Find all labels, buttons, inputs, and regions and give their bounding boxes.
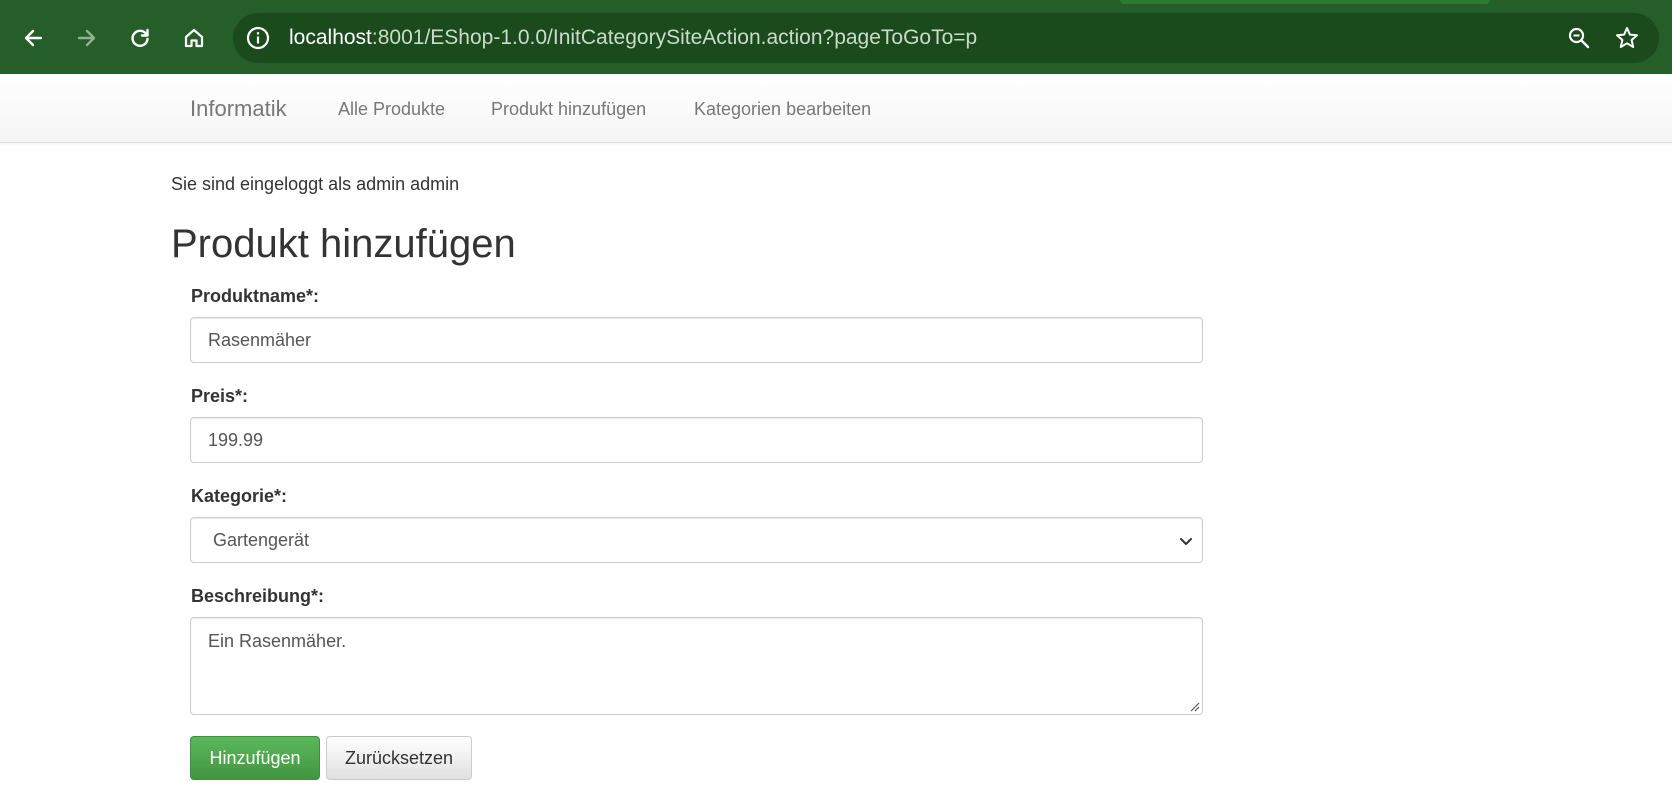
home-button[interactable]: [174, 18, 214, 58]
navbar-brand[interactable]: Informatik: [190, 96, 287, 122]
resize-handle-icon[interactable]: [1188, 700, 1200, 712]
back-button[interactable]: [13, 18, 53, 58]
page-title: Produkt hinzufügen: [171, 222, 516, 266]
site-navbar: Informatik Alle Produkte Produkt hinzufü…: [0, 74, 1672, 143]
arrow-right-icon: [77, 29, 96, 47]
forward-button[interactable]: [67, 18, 107, 58]
url-text[interactable]: localhost:8001/EShop-1.0.0/InitCategoryS…: [289, 26, 977, 50]
description-label: Beschreibung*:: [191, 586, 325, 606]
category-selected-value: Gartengerät: [213, 529, 310, 550]
nav-link-all-products[interactable]: Alle Produkte: [338, 99, 445, 120]
active-tab-edge: [1120, 0, 1490, 4]
submit-button[interactable]: Hinzufügen: [190, 736, 320, 780]
home-icon: [184, 28, 204, 48]
address-bar[interactable]: localhost:8001/EShop-1.0.0/InitCategoryS…: [233, 13, 1659, 63]
description-textarea[interactable]: Ein Rasenmäher.: [190, 617, 1203, 715]
product-name-input[interactable]: [190, 317, 1203, 363]
category-label: Kategorie*:: [191, 486, 288, 506]
reload-button[interactable]: [120, 18, 160, 58]
category-select[interactable]: Gartengerät: [190, 517, 1203, 563]
info-icon[interactable]: [245, 25, 271, 51]
url-host: localhost: [289, 26, 372, 49]
nav-link-edit-categories[interactable]: Kategorien bearbeiten: [694, 99, 871, 120]
browser-toolbar: localhost:8001/EShop-1.0.0/InitCategoryS…: [0, 0, 1672, 74]
chevron-down-icon: [1180, 538, 1192, 545]
price-input[interactable]: [190, 417, 1203, 463]
price-label: Preis*:: [191, 386, 249, 406]
product-name-label: Produktname*:: [191, 286, 320, 306]
reset-button[interactable]: Zurücksetzen: [326, 736, 472, 780]
login-info: Sie sind eingeloggt als admin admin: [171, 174, 460, 194]
nav-link-add-product[interactable]: Produkt hinzufügen: [491, 99, 646, 120]
reload-icon: [131, 28, 149, 47]
arrow-left-icon: [24, 29, 43, 47]
url-path: :8001/EShop-1.0.0/InitCategorySiteAction…: [371, 26, 978, 49]
zoom-out-icon[interactable]: [1567, 26, 1591, 50]
bookmark-star-icon[interactable]: [1614, 25, 1640, 51]
